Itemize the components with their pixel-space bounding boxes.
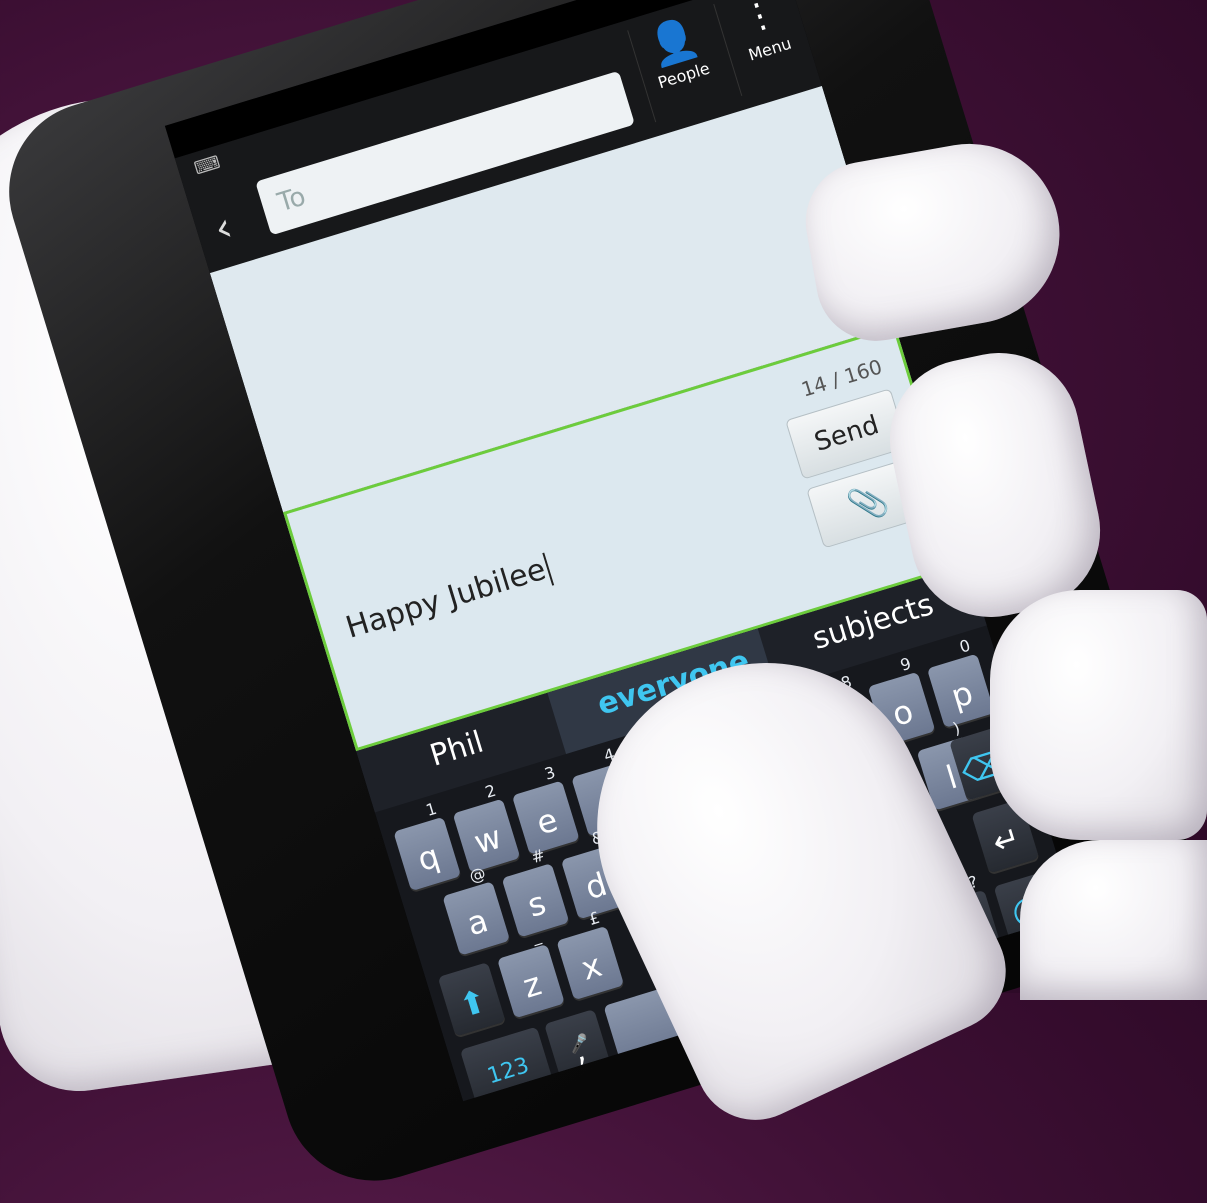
- key-p[interactable]: 0p: [926, 636, 995, 729]
- shift-key[interactable]: ⬆: [437, 962, 506, 1037]
- key-a[interactable]: @ a: [442, 863, 511, 956]
- return-icon: ↵: [988, 817, 1025, 863]
- key-x[interactable]: £ x: [556, 908, 625, 1001]
- shift-icon: ⬆: [454, 981, 492, 1026]
- key-w[interactable]: 2w: [452, 781, 521, 874]
- right-glove-palm: [1020, 840, 1207, 1000]
- suggestion-left[interactable]: Phil: [426, 725, 488, 774]
- keyboard-icon: ⌨: [191, 151, 223, 180]
- back-button[interactable]: ‹: [209, 204, 238, 253]
- key-z[interactable]: _ z: [497, 926, 565, 1019]
- message-text: Happy Jubilee: [341, 551, 550, 646]
- right-glove-lower-finger: [990, 590, 1207, 840]
- key-e[interactable]: 3e: [511, 762, 580, 855]
- message-input[interactable]: Happy Jubilee: [342, 551, 554, 647]
- wifi-icon: ◠: [652, 0, 676, 4]
- key-q[interactable]: 1q: [393, 799, 462, 892]
- people-button[interactable]: 👤 People: [627, 6, 733, 123]
- paperclip-icon: 📎: [843, 478, 893, 527]
